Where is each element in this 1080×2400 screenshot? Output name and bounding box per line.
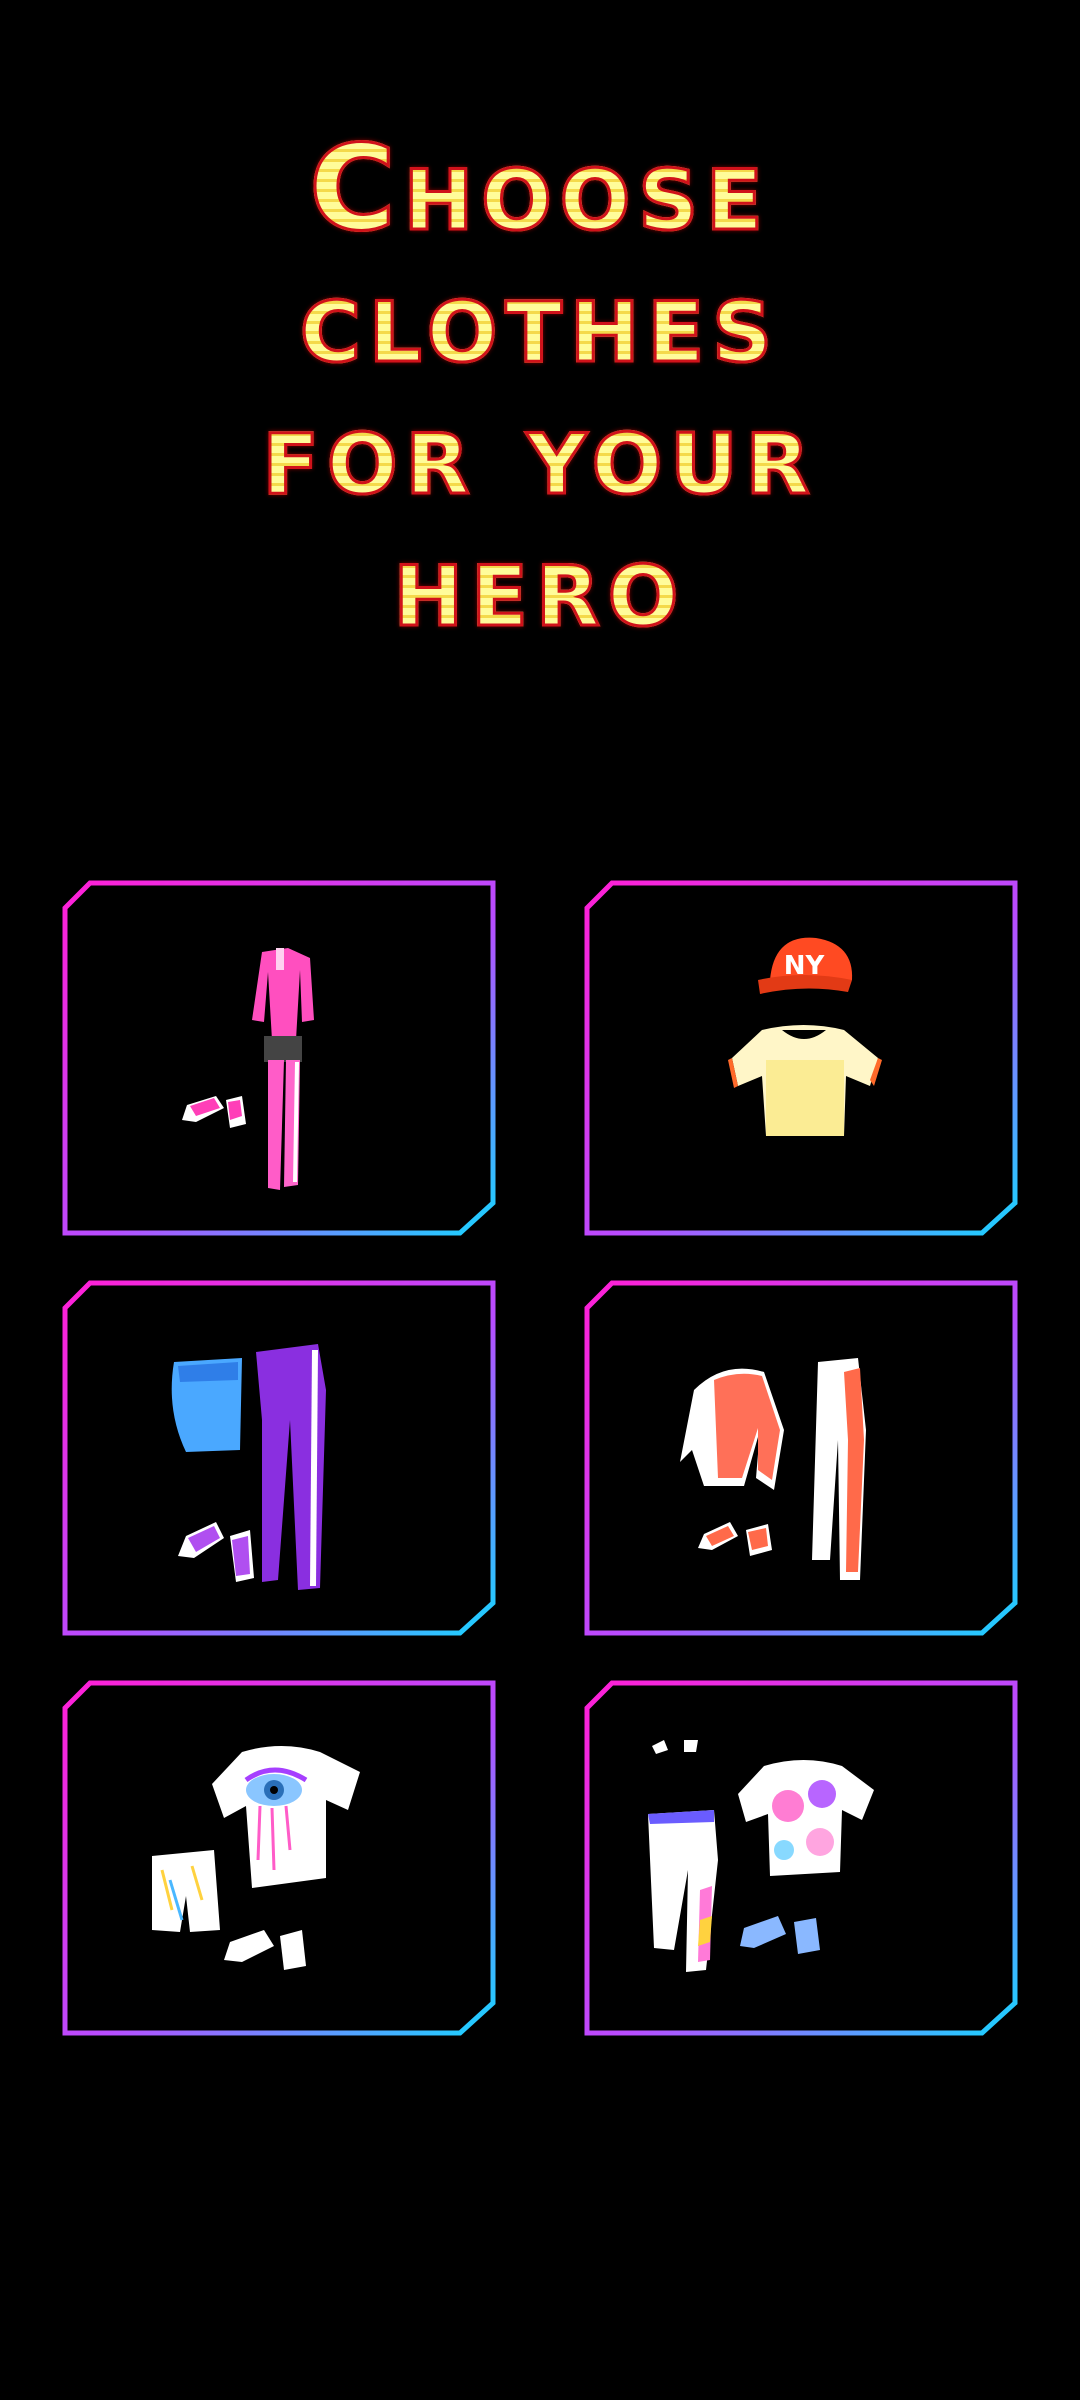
pink-jumpsuit-outfit-icon <box>182 948 314 1190</box>
svg-text:NY: NY <box>784 951 826 981</box>
page-title: Choose clothes for your hero <box>0 121 1080 652</box>
eye-print-tee-outfit-icon <box>152 1746 360 1970</box>
outfit-card-purple-leggings[interactable] <box>62 1280 496 1636</box>
outfit-card-pink-jumpsuit[interactable] <box>62 880 496 1236</box>
purple-leggings-outfit-icon <box>171 1344 326 1590</box>
title-line: Choose <box>0 121 1080 256</box>
title-line: clothes <box>0 253 1080 388</box>
outfit-card-red-cap-tee[interactable]: NY <box>584 880 1018 1236</box>
outfit-card-tie-dye[interactable] <box>584 1680 1018 2036</box>
title-line: hero <box>0 517 1080 652</box>
outfit-card-eye-print-tee[interactable] <box>62 1680 496 2036</box>
title-line: for your <box>0 385 1080 520</box>
red-cap-tee-outfit-icon: NY <box>728 937 882 1136</box>
coral-sweater-outfit-icon <box>680 1358 866 1580</box>
tie-dye-outfit-icon <box>648 1740 874 1972</box>
outfit-card-coral-sweater[interactable] <box>584 1280 1018 1636</box>
